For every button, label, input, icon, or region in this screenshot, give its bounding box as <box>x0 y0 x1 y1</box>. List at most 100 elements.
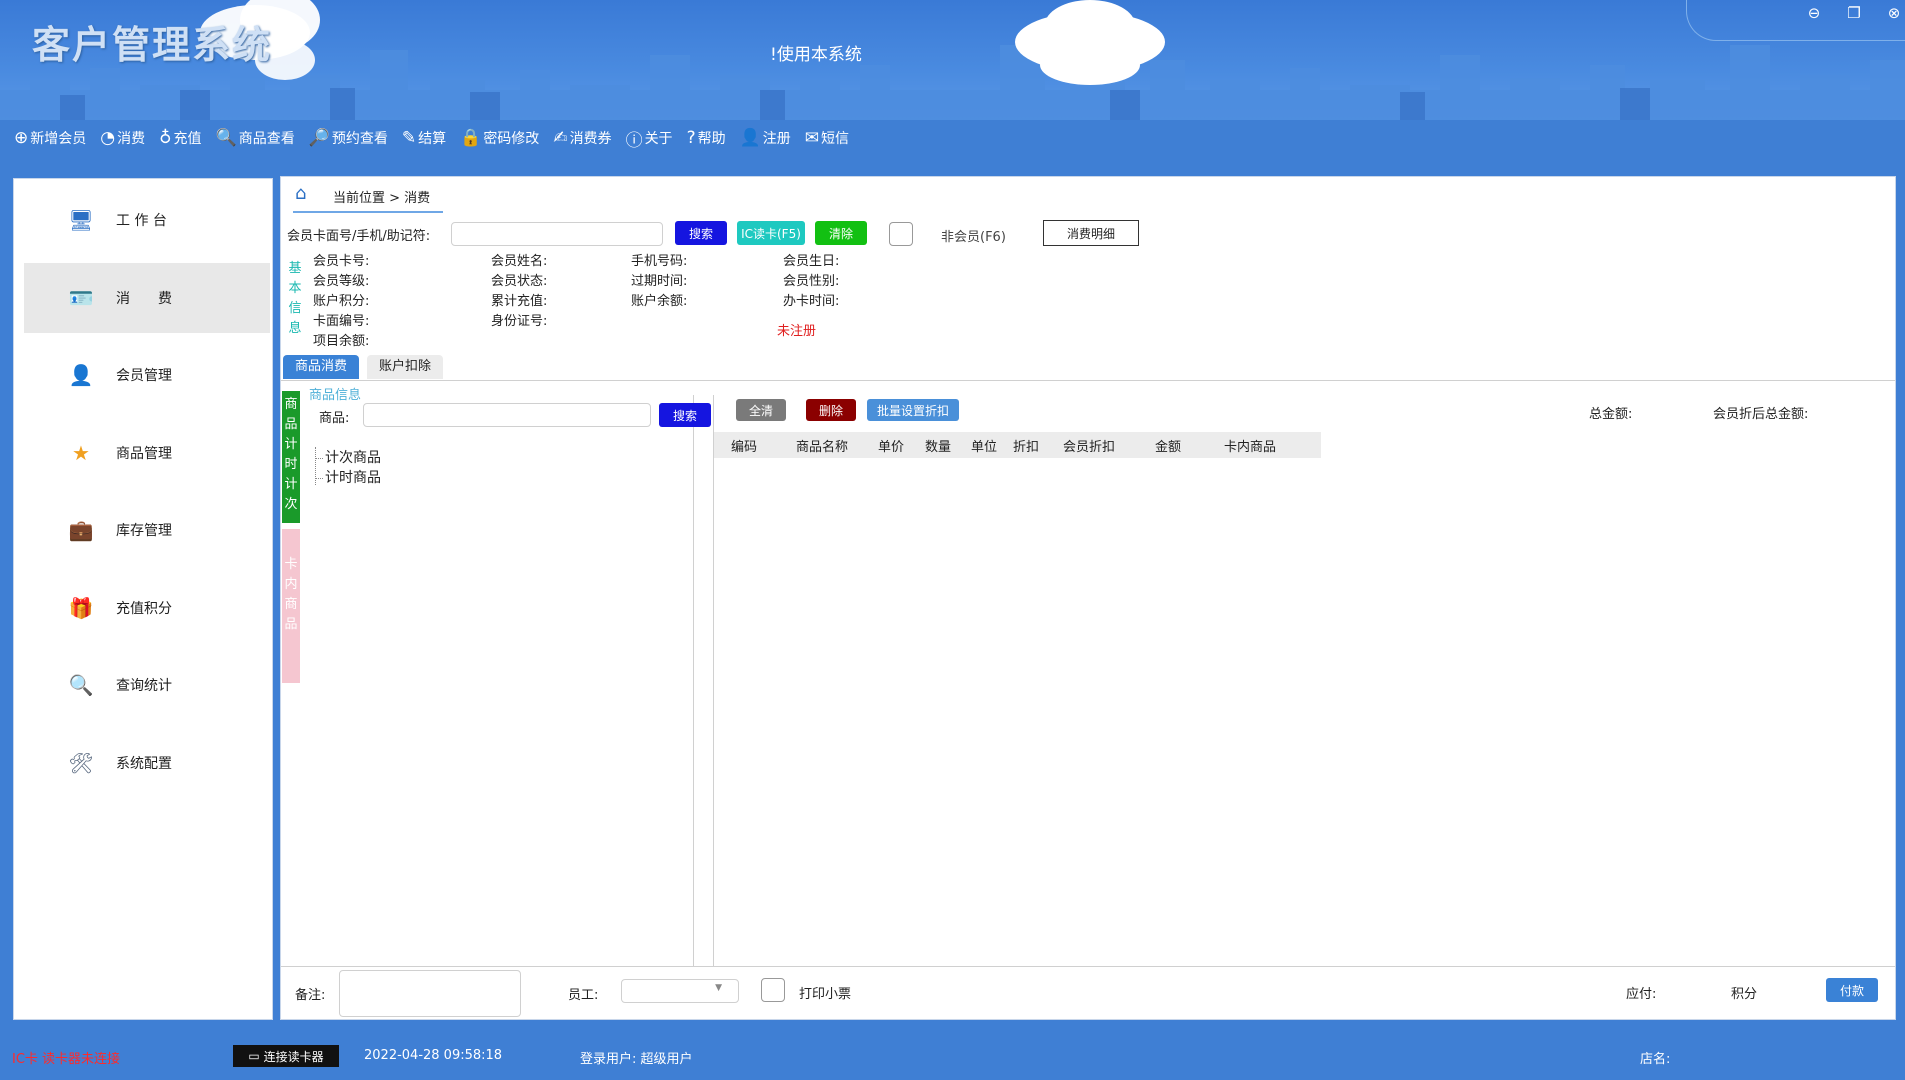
toolbar-item-label: 消费 <box>117 131 146 147</box>
non-member-label: 非会员(F6) <box>941 230 1006 245</box>
search-plus-icon: 🔎 <box>308 128 330 148</box>
restore-icon[interactable]: ❐ <box>1845 4 1863 22</box>
print-receipt-checkbox[interactable] <box>761 978 785 1002</box>
help-icon: ? <box>686 128 696 148</box>
toolbar-lock-button[interactable]: 🔒 密码修改 <box>460 128 539 148</box>
monitor-icon: 🖥 <box>68 208 94 232</box>
header-notice: !使用本系统 <box>770 45 862 65</box>
money-bag-icon: ♁ <box>159 128 172 148</box>
login-user-text: 登录用户: 超级用户 <box>580 1052 693 1067</box>
shop-name-label: 店名: <box>1640 1052 1671 1067</box>
member-field-label: 过期时间: <box>631 274 688 289</box>
ic-read-card-button[interactable]: IC读卡(F5) <box>737 221 805 245</box>
toolbar-mail-button[interactable]: ✉ 短信 <box>805 128 849 148</box>
gift-icon: 🎁 <box>68 595 94 620</box>
member-status-text: 未注册 <box>777 324 817 339</box>
breadcrumb-underline <box>293 211 443 213</box>
minimize-icon[interactable]: ⊖ <box>1805 4 1823 22</box>
member-field-label: 账户余额: <box>631 294 688 309</box>
toolbar-item-label: 注册 <box>762 131 791 147</box>
datetime-text: 2022-04-28 09:58:18 <box>364 1048 503 1063</box>
sidebar-item-label: 商品管理 <box>116 445 172 462</box>
staff-label: 员工: <box>568 988 599 1003</box>
tree-branch-line <box>315 478 323 479</box>
sidebar-item-6[interactable]: 🔍 查询统计 <box>24 650 270 720</box>
tree-branch-line <box>315 458 323 459</box>
sidebar-item-2[interactable]: 👤 会员管理 <box>24 340 270 410</box>
footer-divider <box>281 966 1895 967</box>
sidebar-item-label: 库存管理 <box>116 523 172 539</box>
toolbar-item-label: 预约查看 <box>331 131 388 147</box>
person-icon: 👤 <box>68 363 94 387</box>
mail-icon: ✉ <box>804 128 820 148</box>
toolbar-money-bag-button[interactable]: ♁ 充值 <box>159 128 201 148</box>
search-button[interactable]: 搜索 <box>675 221 727 245</box>
pay-button[interactable]: 付款 <box>1826 978 1878 1002</box>
toolbar-pie-chart-button[interactable]: ◔ 消费 <box>100 128 145 148</box>
member-field-label: 项目余额: <box>313 334 370 349</box>
tree-node[interactable]: 计时商品 <box>325 467 381 487</box>
pencil-icon: ✎ <box>401 128 417 148</box>
sidebar-item-4[interactable]: 💼 库存管理 <box>24 495 270 565</box>
toolbar-search-plus-button[interactable]: 🔎 预约查看 <box>309 128 388 148</box>
sidebar-item-label: 系统配置 <box>116 755 172 772</box>
toolbar-pencil-button[interactable]: ✎ 结算 <box>402 128 446 148</box>
toolbar-user-button[interactable]: 👤 注册 <box>740 128 791 148</box>
sidebar-item-1[interactable]: 🪪 消 费 <box>24 262 270 333</box>
toolbar-item-label: 充值 <box>173 131 202 147</box>
toolbar-item-label: 结算 <box>418 131 447 147</box>
product-search-button[interactable]: 搜索 <box>659 403 711 427</box>
member-field-label: 累计充值: <box>491 294 548 309</box>
sidebar-item-7[interactable]: 🛠 系统配置 <box>24 728 270 798</box>
tab-0[interactable]: 商品消费 <box>283 355 360 379</box>
member-field-label: 会员卡号: <box>313 254 370 269</box>
main-panel: ⌂ 当前位置 > 消费 会员卡面号/手机/助记符: 搜索 IC读卡(F5) 清除… <box>280 176 1896 1020</box>
toolbar-plus-circle-button[interactable]: ⊕ 新增会员 <box>14 128 86 148</box>
toolbar-info-button[interactable]: ⓘ 关于 <box>626 126 673 151</box>
star-icon: ★ <box>72 440 90 465</box>
toolbar-item-label: 消费券 <box>569 131 612 147</box>
sidebar: 🖥 工 作 台 🪪 消 费 👤 会员管理 ★ 商品管理 💼 库存管理 🎁 充值积分 🔍 查询统计 🛠 系统配置 <box>13 178 273 1020</box>
tab-1[interactable]: 账户扣除 <box>367 355 444 379</box>
toolbar-item-label: 新增会员 <box>30 131 87 147</box>
remark-input[interactable] <box>339 970 521 1017</box>
tools-icon: 🛠 <box>68 750 94 775</box>
window-controls: ⊖ ❐ ⊗ <box>1686 0 1905 41</box>
connect-reader-button[interactable]: ▭ 连接读卡器 <box>233 1045 339 1067</box>
print-receipt-label: 打印小票 <box>799 987 852 1002</box>
payable-label: 应付: <box>1626 987 1657 1002</box>
member-field-label: 会员姓名: <box>491 254 548 269</box>
sidebar-item-3[interactable]: ★ 商品管理 <box>24 418 270 488</box>
lock-icon: 🔒 <box>460 128 482 148</box>
chevron-down-icon: ▼ <box>715 983 722 993</box>
main-toolbar: ⊕ 新增会员 ◔ 消费 ♁ 充值 🔍 商品查看 🔎 预约查看 ✎ 结算 🔒 密码修改 ✍ 消费券 ⓘ 关于 ? 帮助 👤… <box>0 122 1905 154</box>
sidebar-item-5[interactable]: 🎁 充值积分 <box>24 573 270 643</box>
sidebar-item-0[interactable]: 🖥 工 作 台 <box>24 185 270 255</box>
staff-select[interactable]: ▼ <box>621 979 739 1003</box>
home-icon[interactable]: ⌂ <box>295 183 306 204</box>
member-field-label: 手机号码: <box>631 254 688 269</box>
connect-reader-label: 连接读卡器 <box>263 1049 324 1064</box>
member-field-label: 会员状态: <box>491 274 548 289</box>
search-icon: 🔍 <box>215 128 237 148</box>
non-member-checkbox[interactable] <box>889 222 913 246</box>
consumption-detail-button[interactable]: 消费明细 <box>1043 220 1139 246</box>
toolbar-help-button[interactable]: ? 帮助 <box>687 128 726 148</box>
order-grid[interactable] <box>713 395 1894 967</box>
vtab-card-products[interactable]: 卡内商品 <box>282 529 300 683</box>
vtab-timed-products[interactable]: 商品计时计次 <box>282 391 300 523</box>
card-reader-status: IC卡 读卡器未连接 <box>12 1052 121 1067</box>
tree-node[interactable]: 计次商品 <box>325 447 381 467</box>
member-field-label: 账户积分: <box>313 294 370 309</box>
magnifier-icon: 🔍 <box>68 673 94 697</box>
sidebar-item-label: 消 费 <box>116 290 172 307</box>
close-icon[interactable]: ⊗ <box>1885 4 1903 22</box>
member-field-label: 会员生日: <box>783 254 840 269</box>
toolbar-search-button[interactable]: 🔍 商品查看 <box>216 128 295 148</box>
breadcrumb: 当前位置 > 消费 <box>333 191 431 206</box>
app-title: 客户管理系统 <box>32 23 273 67</box>
product-search-input[interactable] <box>363 403 651 427</box>
member-search-input[interactable] <box>451 222 663 246</box>
clear-button[interactable]: 清除 <box>815 221 867 245</box>
toolbar-ticket-edit-button[interactable]: ✍ 消费券 <box>553 128 611 148</box>
